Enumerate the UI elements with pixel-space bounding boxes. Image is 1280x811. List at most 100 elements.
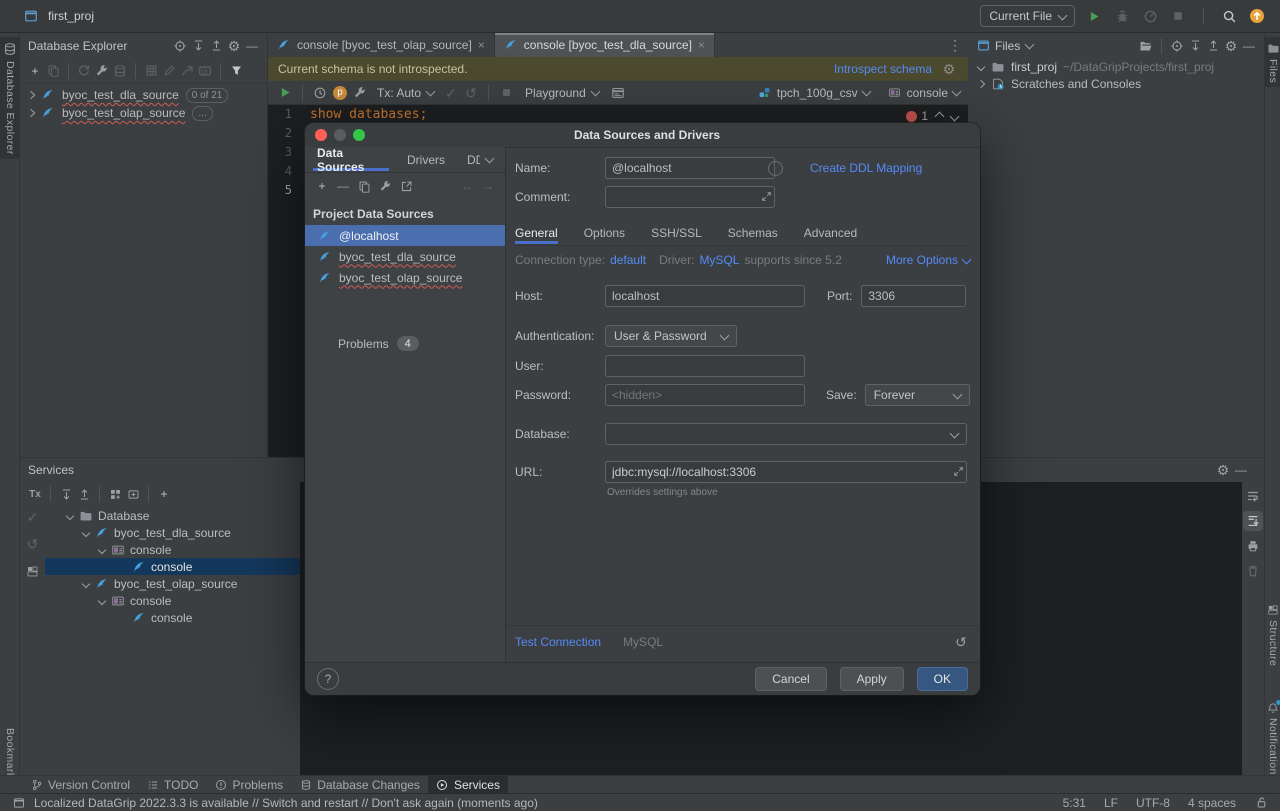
tx-mode-selector[interactable]: Tx: Auto	[371, 86, 440, 100]
expand-all-icon[interactable]	[57, 485, 75, 503]
commit-check-icon[interactable]: ✓	[442, 84, 460, 102]
tab-version-control[interactable]: Version Control	[22, 776, 138, 794]
save-dropdown[interactable]: Forever	[865, 384, 970, 406]
locate-icon[interactable]	[1168, 37, 1186, 55]
prev-error-icon[interactable]	[935, 111, 945, 121]
forward-arrow-icon[interactable]: →	[479, 177, 497, 195]
history-icon[interactable]	[311, 84, 329, 102]
tab-schemas[interactable]: Schemas	[728, 222, 778, 244]
tab-advanced[interactable]: Advanced	[804, 222, 857, 244]
introspect-schema-link[interactable]: Introspect schema	[834, 62, 932, 76]
session-selector[interactable]: console	[888, 86, 960, 100]
host-field[interactable]	[605, 285, 805, 307]
gear-icon[interactable]: ⚙	[225, 37, 243, 55]
refresh-icon[interactable]	[75, 62, 93, 80]
close-tab-icon[interactable]: ×	[478, 38, 485, 52]
user-field[interactable]	[605, 355, 805, 377]
expand-field-icon[interactable]	[951, 464, 965, 478]
scroll-to-end-icon[interactable]	[1243, 511, 1263, 531]
tree-row-olap-source[interactable]: byoc_test_olap_source ...	[20, 104, 267, 122]
driver-properties-icon[interactable]	[376, 177, 394, 195]
source-olap[interactable]: byoc_test_olap_source	[305, 267, 505, 288]
close-traffic-light[interactable]	[315, 129, 327, 141]
services-row-olap-console-session[interactable]: console	[45, 609, 300, 626]
zoom-traffic-light[interactable]	[353, 129, 365, 141]
services-row-dla[interactable]: byoc_test_dla_source	[45, 524, 300, 541]
run-config-selector[interactable]: Current File	[980, 5, 1075, 27]
tab-ddl-mappings[interactable]: DD	[463, 149, 497, 171]
next-error-icon[interactable]	[950, 111, 960, 121]
ok-button[interactable]: OK	[917, 667, 968, 691]
duplicate-icon[interactable]	[44, 62, 62, 80]
open-folder-icon[interactable]	[1137, 37, 1155, 55]
schema-selector[interactable]: tpch_100g_csv	[758, 86, 870, 100]
tx-filter-icon[interactable]: Tx	[26, 485, 44, 503]
remove-datasource-icon[interactable]: —	[334, 177, 352, 195]
add-datasource-icon[interactable]: +	[313, 177, 331, 195]
services-row-dla-console[interactable]: console	[45, 541, 300, 558]
tab-console-dla[interactable]: console [byoc_test_dla_source] ×	[495, 33, 715, 57]
chevron-down-icon[interactable]	[1025, 40, 1035, 50]
more-options-link[interactable]: More Options	[886, 253, 970, 267]
jump-to-console-icon[interactable]	[178, 62, 196, 80]
gear-icon[interactable]: ⚙	[1214, 461, 1232, 479]
soft-wrap-icon[interactable]	[1243, 486, 1263, 506]
stop-query-button[interactable]	[497, 84, 515, 102]
settings-wrench-icon[interactable]	[351, 84, 369, 102]
tab-database-changes[interactable]: Database Changes	[291, 776, 428, 794]
services-row-olap-console[interactable]: console	[45, 592, 300, 609]
tab-console-olap[interactable]: console [byoc_test_olap_source] ×	[268, 33, 495, 57]
services-row-database[interactable]: Database	[45, 507, 300, 524]
comment-field[interactable]	[605, 186, 775, 208]
gear-icon[interactable]: ⚙	[1222, 37, 1240, 55]
collapse-all-icon[interactable]	[1204, 37, 1222, 55]
stripe-structure[interactable]: Structure	[1265, 603, 1280, 666]
execute-button[interactable]	[276, 84, 294, 102]
expand-all-icon[interactable]	[189, 37, 207, 55]
tree-row-dla-source[interactable]: byoc_test_dla_source 0 of 21	[20, 86, 267, 104]
line-ending[interactable]: LF	[1104, 796, 1118, 810]
tab-drivers[interactable]: Drivers	[403, 149, 449, 171]
help-button[interactable]: ?	[317, 668, 339, 690]
problems-row[interactable]: Problems 4	[305, 336, 505, 351]
inspections-widget[interactable]: 1	[906, 109, 958, 123]
services-row-dla-console-session[interactable]: console	[45, 558, 300, 575]
expand-all-icon[interactable]	[1186, 37, 1204, 55]
readonly-lock-icon[interactable]	[1254, 796, 1268, 810]
authentication-dropdown[interactable]: User & Password	[605, 325, 737, 347]
add-service-view-icon[interactable]	[124, 485, 142, 503]
banner-gear-icon[interactable]: ⚙	[940, 60, 958, 78]
chevron-down-icon[interactable]	[977, 62, 985, 70]
port-field[interactable]	[861, 285, 966, 307]
encoding[interactable]: UTF-8	[1136, 796, 1170, 810]
apply-button[interactable]: Apply	[840, 667, 904, 691]
rollback-icon[interactable]: ↺	[462, 84, 480, 102]
database-combo[interactable]	[605, 423, 967, 445]
update-available-icon[interactable]	[1248, 7, 1266, 25]
connection-type-value[interactable]: default	[610, 253, 646, 267]
reset-icon[interactable]: ↺	[952, 633, 970, 651]
stripe-notifications[interactable]: Notifications	[1265, 701, 1280, 780]
chevron-right-icon[interactable]	[27, 109, 35, 117]
regenerate-name-icon[interactable]	[768, 161, 783, 176]
commit-check-icon[interactable]: ✓	[24, 508, 42, 526]
locate-icon[interactable]	[171, 37, 189, 55]
dialog-title-bar[interactable]: Data Sources and Drivers	[305, 123, 980, 148]
clear-trash-icon[interactable]	[1243, 561, 1263, 581]
debug-button[interactable]	[1113, 7, 1131, 25]
hide-panel-icon[interactable]: —	[243, 37, 261, 55]
source-dla[interactable]: byoc_test_dla_source	[305, 246, 505, 267]
layout-icon[interactable]	[24, 562, 42, 580]
cancel-button[interactable]: Cancel	[755, 667, 826, 691]
rollback-icon[interactable]: ↺	[24, 535, 42, 553]
add-icon[interactable]: +	[155, 485, 173, 503]
tab-services[interactable]: Services	[428, 776, 508, 794]
duplicate-icon[interactable]	[355, 177, 373, 195]
tab-todo[interactable]: TODO	[138, 776, 206, 794]
hide-panel-icon[interactable]: —	[1240, 37, 1258, 55]
output-console-icon[interactable]	[609, 84, 627, 102]
create-ddl-mapping-link[interactable]: Create DDL Mapping	[810, 161, 922, 175]
collapse-all-icon[interactable]	[207, 37, 225, 55]
search-everywhere-button[interactable]	[1220, 7, 1238, 25]
files-row-project[interactable]: first_proj ~/DataGripProjects/first_proj	[968, 58, 1264, 75]
